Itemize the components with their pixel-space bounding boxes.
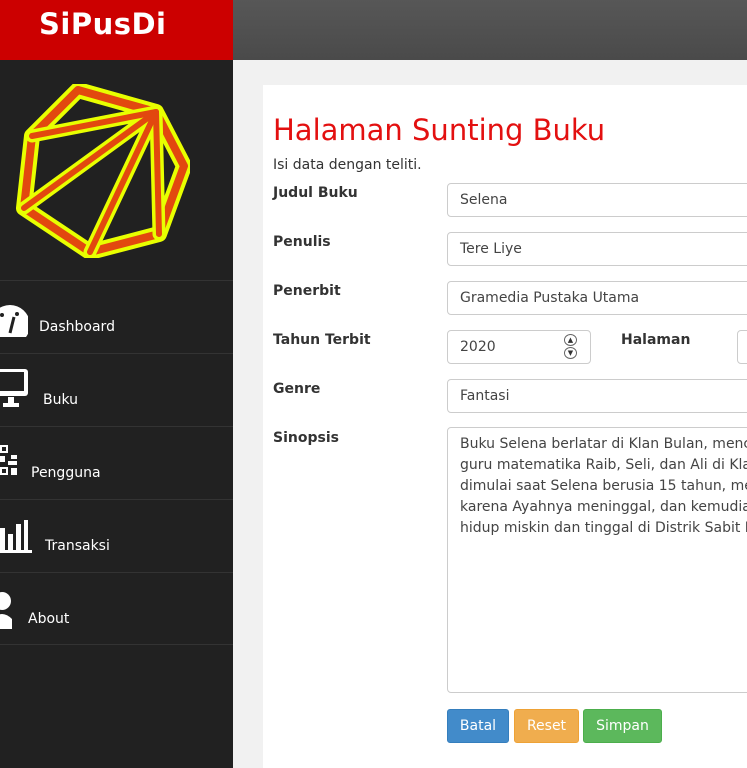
- tahun-spinner[interactable]: ▲ ▼: [564, 334, 578, 360]
- sidebar-nav: Dashboard Buku Pengguna Transaksi About: [0, 280, 233, 645]
- spin-down-icon[interactable]: ▼: [564, 347, 577, 359]
- sinopsis-label: Sinopsis: [273, 430, 339, 446]
- halaman-input[interactable]: [737, 330, 747, 364]
- page-title: Halaman Sunting Buku: [273, 113, 606, 147]
- top-bar: [233, 0, 747, 60]
- bar-chart-icon: [0, 520, 32, 553]
- edit-book-form: Halaman Sunting Buku Isi data dengan tel…: [263, 85, 747, 768]
- monitor-icon: [0, 369, 28, 407]
- penerbit-input[interactable]: Gramedia Pustaka Utama: [447, 281, 747, 315]
- penulis-label: Penulis: [273, 234, 331, 250]
- tahun-input[interactable]: 2020 ▲ ▼: [447, 330, 591, 364]
- reset-button[interactable]: Reset: [514, 709, 579, 743]
- penerbit-label: Penerbit: [273, 283, 341, 299]
- judul-label: Judul Buku: [273, 185, 358, 201]
- sidebar-item-label: About: [28, 611, 70, 627]
- logo-icon: [16, 84, 190, 258]
- page-subtitle: Isi data dengan teliti.: [273, 157, 422, 173]
- sidebar-item-about[interactable]: About: [0, 572, 233, 645]
- sinopsis-line: hidup miskin dan tinggal di Distrik Sabi…: [460, 520, 747, 536]
- user-icon: [0, 592, 12, 629]
- spin-up-icon[interactable]: ▲: [564, 334, 577, 346]
- sinopsis-textarea[interactable]: Buku Selena berlatar di Klan Bulan, menc…: [447, 427, 747, 693]
- judul-input[interactable]: Selena: [447, 183, 747, 217]
- tahun-value: 2020: [460, 339, 496, 355]
- sinopsis-line: karena Ayahnya meninggal, dan kemudia: [460, 499, 747, 515]
- penulis-input[interactable]: Tere Liye: [447, 232, 747, 266]
- sinopsis-line: guru matematika Raib, Seli, dan Ali di K…: [460, 457, 747, 473]
- batal-button[interactable]: Batal: [447, 709, 509, 743]
- sidebar-item-dashboard[interactable]: Dashboard: [0, 280, 233, 353]
- app-title[interactable]: SiPusDi: [0, 0, 233, 60]
- sidebar-item-label: Transaksi: [45, 538, 110, 554]
- sidebar-item-label: Buku: [43, 392, 79, 408]
- sinopsis-line: dimulai saat Selena berusia 15 tahun, me: [460, 478, 747, 494]
- sidebar-item-label: Dashboard: [39, 319, 115, 335]
- sidebar-item-buku[interactable]: Buku: [0, 353, 233, 426]
- tahun-label: Tahun Terbit: [273, 332, 371, 348]
- dashboard-gauge-icon: [0, 305, 28, 337]
- halaman-label: Halaman: [621, 332, 691, 348]
- sidebar: Dashboard Buku Pengguna Transaksi About: [0, 60, 233, 768]
- genre-label: Genre: [273, 381, 321, 397]
- sidebar-item-label: Pengguna: [31, 465, 101, 481]
- genre-select[interactable]: Fantasi: [447, 379, 747, 413]
- sidebar-item-pengguna[interactable]: Pengguna: [0, 426, 233, 499]
- sinopsis-line: Buku Selena berlatar di Klan Bulan, menc: [460, 436, 747, 452]
- sidebar-item-transaksi[interactable]: Transaksi: [0, 499, 233, 572]
- qr-code-icon: [0, 445, 17, 475]
- simpan-button[interactable]: Simpan: [583, 709, 662, 743]
